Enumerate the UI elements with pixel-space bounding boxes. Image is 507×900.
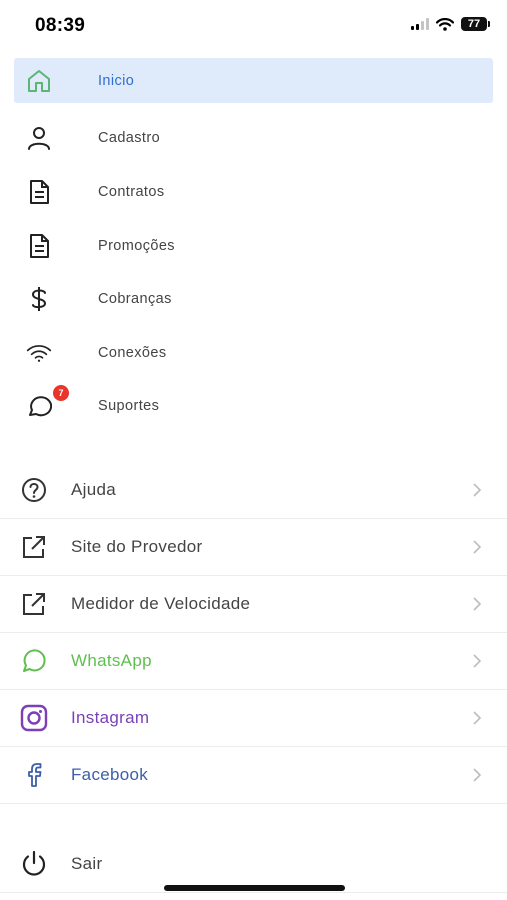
menu-label: Inicio xyxy=(98,72,135,89)
status-icons: 77 xyxy=(411,17,490,31)
chevron-right-icon xyxy=(473,540,482,554)
chevron-right-icon xyxy=(473,768,482,782)
home-icon xyxy=(26,68,52,94)
facebook-icon xyxy=(20,761,48,789)
chevron-right-icon xyxy=(473,597,482,611)
wifi-icon xyxy=(26,340,52,366)
dollar-icon xyxy=(26,286,52,312)
menu-item-conexoes[interactable]: Conexões xyxy=(0,326,507,380)
menu-item-promocoes[interactable]: Promoções xyxy=(0,219,507,273)
menu-item-inicio[interactable]: Inicio xyxy=(14,58,493,103)
notification-badge: 7 xyxy=(53,385,69,402)
external-link-icon xyxy=(20,590,48,618)
wifi-status-icon xyxy=(436,17,454,31)
menu-item-suportes[interactable]: 7 Suportes xyxy=(0,380,507,434)
link-instagram[interactable]: Instagram xyxy=(0,690,507,747)
menu-item-cadastro[interactable]: Cadastro xyxy=(0,112,507,166)
link-label: Site do Provedor xyxy=(71,537,203,556)
side-menu: Inicio Cadastro Contratos Promoções Cobr… xyxy=(0,58,507,433)
power-icon xyxy=(20,850,48,878)
battery-icon: 77 xyxy=(461,17,490,31)
link-site-do-provedor[interactable]: Site do Provedor xyxy=(0,519,507,576)
status-bar: 08:39 77 xyxy=(0,0,507,50)
chevron-right-icon xyxy=(473,483,482,497)
menu-label: Conexões xyxy=(98,344,167,361)
link-ajuda[interactable]: Ajuda xyxy=(0,462,507,519)
logout-label: Sair xyxy=(71,854,103,873)
menu-item-contratos[interactable]: Contratos xyxy=(0,165,507,219)
link-medidor-de-velocidade[interactable]: Medidor de Velocidade xyxy=(0,576,507,633)
chevron-right-icon xyxy=(473,654,482,668)
menu-item-cobrancas[interactable]: Cobranças xyxy=(0,272,507,326)
instagram-icon xyxy=(20,704,48,732)
link-label: WhatsApp xyxy=(71,651,152,670)
whatsapp-icon xyxy=(20,647,48,675)
menu-label: Cadastro xyxy=(98,130,161,147)
help-icon xyxy=(20,476,48,504)
document-icon xyxy=(26,233,52,259)
links-list: Ajuda Site do Provedor Medidor de Veloci… xyxy=(0,462,507,804)
home-indicator[interactable] xyxy=(164,885,345,891)
status-time: 08:39 xyxy=(35,15,86,36)
menu-label: Cobranças xyxy=(98,291,172,308)
menu-label: Promoções xyxy=(98,237,175,254)
link-label: Medidor de Velocidade xyxy=(71,594,251,613)
external-link-icon xyxy=(20,533,48,561)
signal-icon xyxy=(411,18,429,30)
user-icon xyxy=(26,125,52,151)
link-label: Facebook xyxy=(71,765,149,784)
link-label: Instagram xyxy=(71,708,150,727)
chevron-right-icon xyxy=(473,711,482,725)
menu-label: Suportes xyxy=(98,398,160,415)
link-label: Ajuda xyxy=(71,480,116,499)
document-icon xyxy=(26,179,52,205)
chat-icon: 7 xyxy=(26,385,69,419)
link-facebook[interactable]: Facebook xyxy=(0,747,507,804)
link-whatsapp[interactable]: WhatsApp xyxy=(0,633,507,690)
menu-label: Contratos xyxy=(98,183,165,200)
